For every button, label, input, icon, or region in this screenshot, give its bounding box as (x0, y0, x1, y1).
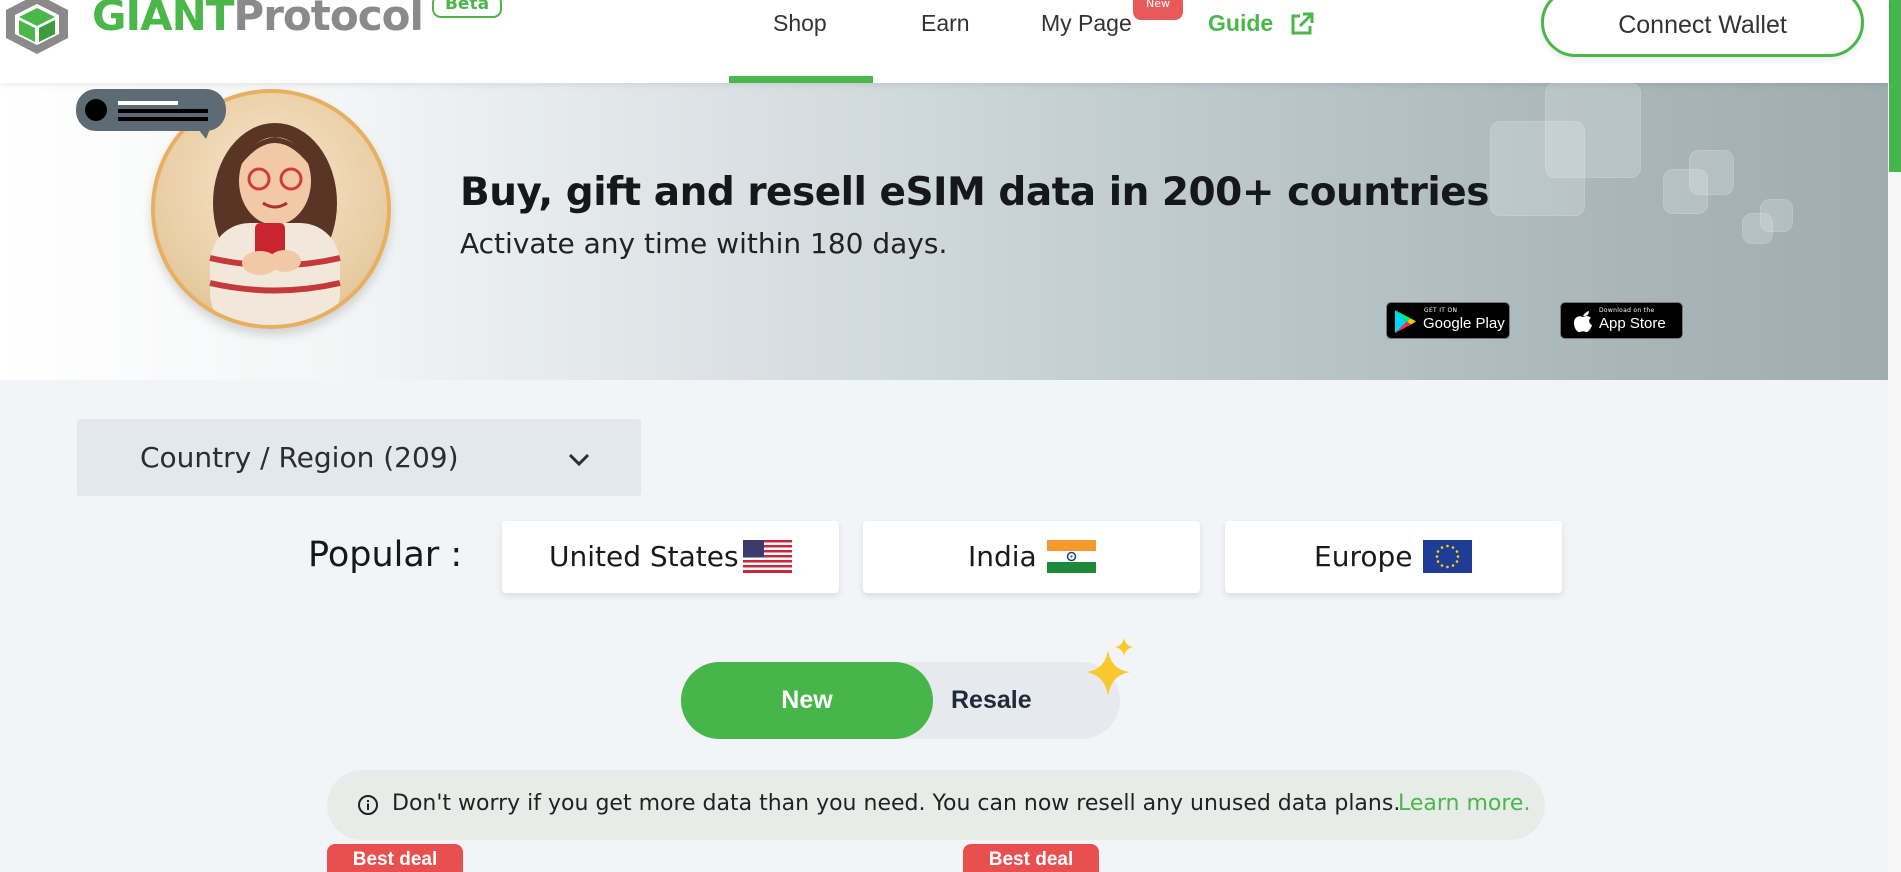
google-play-badge[interactable]: GET IT ON Google Play (1386, 302, 1510, 339)
popular-europe[interactable]: Europe (1225, 521, 1562, 593)
popular-india[interactable]: India (863, 521, 1200, 593)
app-store-badge[interactable]: Download on the App Store (1560, 302, 1683, 339)
brand-logo-text[interactable]: GIANTProtocol (92, 0, 424, 40)
nav-my-page[interactable]: My Page (1041, 10, 1132, 37)
decorative-square (1689, 150, 1734, 195)
new-resale-toggle: New Resale (681, 662, 1120, 739)
country-region-label: Country / Region (209) (140, 441, 459, 474)
scrollbar-thumb[interactable] (1889, 0, 1901, 172)
nav-shop[interactable]: Shop (773, 10, 827, 37)
sparkle-icon (1086, 638, 1133, 696)
decorative-square (1760, 199, 1793, 232)
giant-protocol-logo-icon[interactable] (2, 0, 72, 54)
nav-active-indicator (729, 76, 873, 83)
best-deal-badge: Best deal (327, 844, 463, 872)
connect-wallet-button[interactable]: Connect Wallet (1541, 0, 1864, 57)
best-deal-badge: Best deal (963, 844, 1099, 872)
nav-guide[interactable]: Guide (1208, 10, 1273, 37)
hero-subtitle: Activate any time within 180 days. (460, 227, 948, 260)
us-flag-icon (743, 540, 792, 573)
resell-info-banner: Don't worry if you get more data than yo… (327, 770, 1545, 840)
beta-badge: Beta (432, 0, 502, 18)
popular-item-label: United States (549, 540, 739, 573)
app-store-text: App Store (1599, 315, 1666, 332)
app-store-small-text: Download on the (1599, 307, 1655, 314)
chat-bubble-icon (76, 89, 226, 139)
google-play-text: Google Play (1423, 315, 1505, 332)
popular-united-states[interactable]: United States (502, 521, 839, 593)
toggle-resale-button[interactable]: Resale (951, 662, 1032, 739)
info-icon (358, 795, 378, 815)
hero-banner: Buy, gift and resell eSIM data in 200+ c… (0, 83, 1888, 380)
popular-label: Popular : (308, 535, 463, 575)
chevron-down-icon (568, 453, 590, 467)
google-play-icon (1395, 310, 1416, 333)
nav-earn[interactable]: Earn (921, 10, 970, 37)
external-link-icon[interactable] (1289, 11, 1315, 37)
hero-title: Buy, gift and resell eSIM data in 200+ c… (460, 170, 1489, 215)
new-badge: New (1133, 0, 1183, 20)
decorative-square (1545, 83, 1641, 178)
brand-secondary: Protocol (233, 0, 423, 40)
info-text: Don't worry if you get more data than yo… (392, 791, 1401, 816)
country-region-dropdown[interactable]: Country / Region (209) (77, 419, 641, 496)
apple-icon (1574, 311, 1592, 333)
site-header: GIANTProtocol Beta Shop Earn My Page New… (0, 0, 1888, 83)
google-play-small-text: GET IT ON (1424, 307, 1458, 314)
eu-flag-icon (1423, 540, 1472, 573)
popular-item-label: India (968, 540, 1037, 573)
brand-primary: GIANT (92, 0, 234, 40)
popular-item-label: Europe (1314, 540, 1413, 573)
india-flag-icon (1047, 540, 1096, 573)
learn-more-link[interactable]: Learn more. (1398, 791, 1530, 816)
toggle-new-button[interactable]: New (681, 662, 933, 739)
